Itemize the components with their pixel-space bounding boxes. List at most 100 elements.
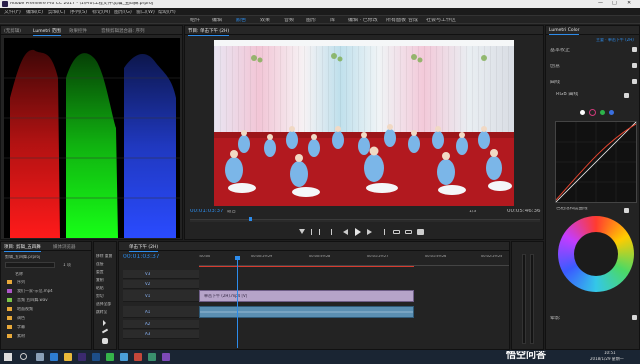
selection-tool-icon[interactable] <box>103 320 106 326</box>
razor-tool-icon[interactable] <box>101 328 109 334</box>
menu-window[interactable]: 窗口(W) <box>136 10 155 15</box>
lumetri-master-clip[interactable]: 主要 · 单击下午 (2H) <box>596 38 634 42</box>
go-to-out-icon[interactable] <box>379 229 385 235</box>
folder-icon[interactable] <box>64 353 72 361</box>
step-forward-icon[interactable] <box>367 229 372 235</box>
context-menu-item[interactable]: 重置 <box>96 270 104 274</box>
context-menu-item[interactable]: 移除 重复 <box>96 254 112 258</box>
close-button[interactable]: ✕ <box>627 1 631 6</box>
context-menu-item[interactable]: 复制 <box>96 278 104 282</box>
project-search-input[interactable] <box>5 262 55 268</box>
track-header-v3[interactable]: V3 <box>123 270 199 279</box>
program-playhead[interactable] <box>249 217 252 221</box>
lift-icon[interactable] <box>393 230 400 234</box>
program-resolution-dropdown[interactable]: 1/3 <box>469 210 476 215</box>
menu-graphics[interactable]: 图形(G) <box>114 10 132 15</box>
workspace-libraries[interactable]: 库 <box>330 18 335 23</box>
audio-clip[interactable] <box>199 306 414 318</box>
tab-program[interactable]: 节目: 单击下午 (2H) <box>188 28 230 36</box>
program-current-timecode[interactable]: 00:01:03:37 <box>190 209 224 215</box>
timeline-playhead-handle[interactable] <box>235 256 240 260</box>
section-rgb-curves[interactable]: RGB 曲线 <box>556 92 578 97</box>
list-item[interactable]: 地面视频 <box>3 305 91 313</box>
step-back-icon[interactable] <box>343 229 348 235</box>
program-fit-dropdown[interactable]: 适合 <box>227 210 236 215</box>
add-marker-icon[interactable] <box>299 229 305 234</box>
task-view-icon[interactable] <box>36 353 44 361</box>
mark-in-icon[interactable] <box>311 229 312 235</box>
minimize-button[interactable]: — <box>598 1 603 6</box>
maximize-button[interactable]: □ <box>612 1 617 6</box>
timeline-timecode[interactable]: 00:01:03:37 <box>123 254 160 260</box>
workspace-effects[interactable]: 效果 <box>260 18 270 23</box>
search-icon[interactable] <box>20 353 27 360</box>
browser-icon[interactable] <box>120 353 128 361</box>
list-item[interactable]: 序列 <box>3 278 91 286</box>
project-name-header[interactable]: 名称 <box>15 272 23 276</box>
section-vignette[interactable]: 晕影 <box>550 316 560 321</box>
workspace-graphics[interactable]: 图形 <box>306 18 316 23</box>
creative-checkbox[interactable] <box>632 63 637 68</box>
workspace-color[interactable]: 颜色 <box>236 18 246 23</box>
menu-marker[interactable]: 标记(M) <box>92 10 110 15</box>
workspace-all-panels[interactable]: 所有面板 <box>386 18 406 23</box>
mark-out-icon[interactable] <box>319 229 320 235</box>
photoshop-icon[interactable] <box>92 353 100 361</box>
context-menu-item[interactable]: 粘贴 <box>96 286 104 290</box>
section-creative[interactable]: 创意 <box>550 64 560 69</box>
workspace-audio[interactable]: 音频 <box>284 18 294 23</box>
workspace-editing-modified[interactable]: 编辑 · 已修改 <box>348 18 378 23</box>
wechat-icon[interactable] <box>106 353 114 361</box>
menu-help[interactable]: 帮助(H) <box>158 10 176 15</box>
app-icon[interactable] <box>134 353 142 361</box>
app-icon[interactable] <box>162 353 170 361</box>
track-header-a1[interactable]: A1 <box>123 306 199 318</box>
blue-channel-icon[interactable] <box>609 110 614 115</box>
track-header-a3[interactable]: A3 <box>123 330 199 339</box>
program-scrub-bar[interactable] <box>190 219 540 222</box>
tab-no-clip[interactable]: (无剪辑) <box>4 28 21 34</box>
tab-timeline-sequence[interactable]: 单击下午 (2H) <box>129 244 159 252</box>
list-item[interactable]: 字幕 <box>3 323 91 331</box>
go-to-in-icon[interactable] <box>331 229 337 235</box>
list-item[interactable]: 调色 <box>3 314 91 322</box>
workspace-assembly[interactable]: 组件 <box>190 18 200 23</box>
section-hue-sat-curves[interactable]: 色相饱和度曲线 <box>556 207 588 212</box>
tab-lumetri-color[interactable]: Lumetri Color <box>549 28 580 35</box>
workspace-editing[interactable]: 编辑 <box>212 18 222 23</box>
timeline-ruler[interactable]: :00:00 00:00:29:29 00:00:59:28 00:01:29:… <box>199 254 509 266</box>
list-item[interactable]: 我们一家-示范.mp4 <box>3 287 91 295</box>
play-icon[interactable] <box>355 228 361 236</box>
windows-start-icon[interactable] <box>4 353 12 361</box>
workspace-composite[interactable]: 合成 <box>408 18 418 23</box>
workspace-social[interactable]: 社会与工作区 <box>426 18 456 23</box>
tab-lumetri-scopes[interactable]: Lumetri 范围 <box>33 28 61 36</box>
green-channel-icon[interactable] <box>600 110 605 115</box>
vignette-checkbox[interactable] <box>632 315 637 320</box>
tab-media-browser[interactable]: 媒体浏览器 <box>53 244 76 250</box>
menu-sequence[interactable]: 序列(S) <box>70 10 87 15</box>
hue-sat-checkbox[interactable] <box>624 208 629 213</box>
menu-clip[interactable]: 剪辑(C) <box>48 10 65 15</box>
curves-checkbox[interactable] <box>632 79 637 84</box>
context-menu-item[interactable]: 跳转至 <box>96 310 107 314</box>
basic-correction-checkbox[interactable] <box>632 47 637 52</box>
context-menu-item[interactable]: 剪切 <box>96 294 104 298</box>
premiere-taskbar-icon[interactable] <box>78 353 86 361</box>
track-header-v2[interactable]: V2 <box>123 280 199 289</box>
hue-saturation-wheel[interactable] <box>558 216 634 292</box>
context-menu-item[interactable]: 连接 <box>96 262 104 266</box>
app-icon[interactable] <box>148 353 156 361</box>
section-basic-correction[interactable]: 基本校正 <box>550 48 570 53</box>
list-item[interactable]: 音频 五四舞.wav <box>3 296 91 304</box>
tab-audio-mixer[interactable]: 音频剪辑混合器: 序列 <box>101 28 144 34</box>
timeline-playhead[interactable] <box>237 256 238 348</box>
extract-icon[interactable] <box>405 230 412 234</box>
menu-edit[interactable]: 编辑(E) <box>26 10 43 15</box>
red-channel-icon[interactable] <box>589 109 596 116</box>
edge-icon[interactable] <box>50 353 58 361</box>
menu-file[interactable]: 文件(F) <box>4 10 21 15</box>
white-channel-icon[interactable] <box>580 110 585 115</box>
video-clip[interactable]: 单击下午 (2H).mp4 [V] <box>199 290 414 302</box>
export-frame-icon[interactable] <box>417 229 424 235</box>
